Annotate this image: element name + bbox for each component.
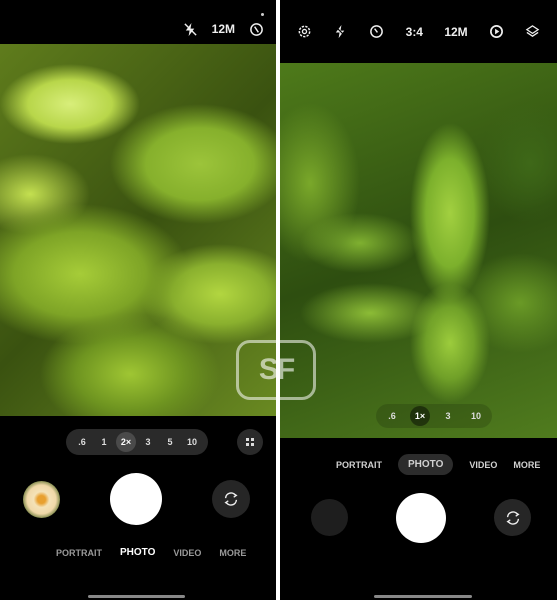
mode-video[interactable]: VIDEO (469, 460, 497, 470)
top-bar: 3:4 12M (280, 0, 557, 63)
mode-selector: PORTRAIT PHOTO VIDEO MORE (56, 547, 246, 558)
flash-off-icon[interactable] (183, 22, 198, 37)
gallery-thumbnail[interactable] (311, 499, 348, 536)
zoom-option-3[interactable]: 3 (438, 406, 458, 426)
left-camera-screen: 12M .6 1 2× 3 5 10 PORTRAIT PHOTO VIDEO … (0, 0, 276, 600)
zoom-option-2x[interactable]: 2× (116, 432, 136, 452)
watermark-logo: SF (236, 340, 316, 400)
zoom-option-10[interactable]: 10 (466, 406, 486, 426)
mode-more[interactable]: MORE (219, 548, 246, 558)
mode-photo[interactable]: PHOTO (398, 454, 454, 475)
top-bar: 12M (0, 0, 276, 44)
timer-icon[interactable] (369, 24, 384, 39)
switch-camera-button[interactable] (212, 480, 250, 518)
zoom-selector: .6 1× 3 10 (376, 404, 492, 428)
right-camera-screen: 3:4 12M .6 1× 3 10 PORTRAIT PHOTO VIDEO … (280, 0, 557, 600)
grid-button[interactable] (237, 429, 263, 455)
home-indicator[interactable] (88, 595, 185, 598)
motion-photo-off-icon[interactable] (249, 22, 264, 37)
resolution-label[interactable]: 12M (444, 25, 467, 39)
grid-icon (246, 438, 254, 446)
mode-selector: PORTRAIT PHOTO VIDEO MORE (336, 454, 540, 475)
zoom-option-10[interactable]: 10 (182, 432, 202, 452)
zoom-option-1[interactable]: 1 (94, 432, 114, 452)
shutter-button[interactable] (110, 473, 162, 525)
gear-icon[interactable] (297, 24, 312, 39)
zoom-option-0.6[interactable]: .6 (72, 432, 92, 452)
viewfinder[interactable] (0, 44, 276, 416)
switch-camera-icon (224, 492, 238, 506)
resolution-label[interactable]: 12M (212, 22, 235, 36)
gallery-thumbnail[interactable] (23, 481, 60, 518)
home-indicator[interactable] (374, 595, 472, 598)
mode-more[interactable]: MORE (513, 460, 540, 470)
zoom-option-5[interactable]: 5 (160, 432, 180, 452)
mode-portrait[interactable]: PORTRAIT (336, 460, 382, 470)
layers-icon[interactable] (525, 24, 540, 39)
flash-icon[interactable] (333, 24, 348, 39)
switch-camera-icon (505, 510, 520, 525)
zoom-selector: .6 1 2× 3 5 10 (66, 429, 208, 455)
mode-photo[interactable]: PHOTO (120, 547, 155, 558)
mode-video[interactable]: VIDEO (173, 548, 201, 558)
zoom-option-3[interactable]: 3 (138, 432, 158, 452)
motion-photo-icon[interactable] (489, 24, 504, 39)
switch-camera-button[interactable] (494, 499, 531, 536)
mode-portrait[interactable]: PORTRAIT (56, 548, 102, 558)
zoom-option-0.6[interactable]: .6 (382, 406, 402, 426)
aspect-ratio-label[interactable]: 3:4 (406, 25, 423, 39)
zoom-option-1x[interactable]: 1× (410, 406, 430, 426)
shutter-button[interactable] (396, 493, 446, 543)
viewfinder[interactable] (280, 63, 557, 438)
